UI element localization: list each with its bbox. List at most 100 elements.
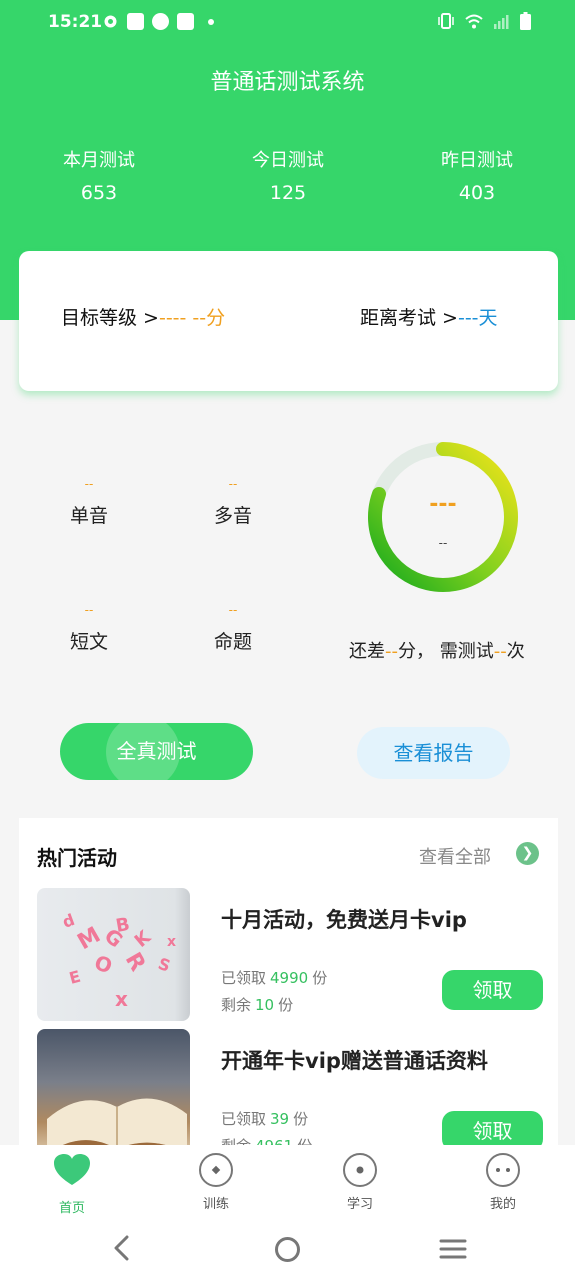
- claimed-prefix: 已领取: [221, 969, 267, 987]
- stat-month: 本月测试 653: [19, 146, 179, 204]
- full-test-button[interactable]: 全真测试: [60, 723, 253, 780]
- shopping-bag-icon: [127, 13, 144, 30]
- exam-countdown-label: 距离考试 >: [360, 307, 458, 329]
- view-all-link[interactable]: 查看全部: [419, 843, 491, 869]
- score-value: --: [84, 603, 94, 617]
- svg-text:R: R: [120, 949, 150, 976]
- status-bar: 15:21: [0, 0, 575, 48]
- ring-center: --- --: [366, 440, 520, 594]
- tab-profile[interactable]: 我的: [463, 1153, 543, 1212]
- stat-value: 125: [269, 182, 307, 204]
- activity-title: 十月活动，免费送月卡vip: [221, 908, 467, 932]
- score-label: 多音: [213, 505, 252, 527]
- remaining-tests: --: [493, 641, 507, 662]
- claimed-count: 已领取 4990 份: [221, 967, 327, 988]
- stat-label: 今日测试: [252, 150, 324, 171]
- ring-main-value: ---: [429, 492, 457, 517]
- back-icon[interactable]: [110, 1235, 134, 1261]
- exam-countdown-link[interactable]: 距离考试 >---天: [360, 303, 498, 330]
- notification-icons: [102, 13, 214, 30]
- chevron-right-icon[interactable]: ❯: [516, 842, 539, 865]
- svg-text:O: O: [91, 950, 115, 978]
- score-label: 单音: [69, 505, 108, 527]
- bottom-tab-bar: 首页 训练 学习 我的: [0, 1145, 575, 1216]
- remaining-count: 剩余 10 份: [221, 994, 293, 1015]
- status-time: 15:21: [48, 12, 103, 32]
- check-circle-icon: [152, 13, 169, 30]
- stat-label: 昨日测试: [441, 150, 513, 171]
- score-topic: -- 命题: [188, 603, 278, 654]
- target-card: 目标等级 >---- --分 距离考试 >---天: [19, 251, 558, 391]
- target-level-label: 目标等级 >: [61, 307, 159, 329]
- svg-text:x: x: [167, 934, 176, 950]
- svg-text:x: x: [115, 987, 128, 1011]
- claimed-unit: 份: [293, 1110, 309, 1128]
- menu-icon[interactable]: [439, 1238, 467, 1260]
- ring-sub-value: --: [438, 536, 448, 550]
- claim-button[interactable]: 领取: [442, 970, 543, 1010]
- stat-today: 今日测试 125: [208, 146, 368, 204]
- claim-button[interactable]: 领取: [442, 1111, 543, 1148]
- target-level-link[interactable]: 目标等级 >---- --分: [61, 303, 225, 330]
- tab-study[interactable]: 学习: [320, 1153, 400, 1212]
- score-value: --: [228, 477, 238, 491]
- full-test-label: 全真测试: [116, 739, 197, 763]
- svg-text:E: E: [67, 967, 82, 988]
- remain-value: 10: [255, 996, 275, 1014]
- tab-label: 首页: [58, 1201, 85, 1216]
- score-passage: -- 短文: [44, 603, 134, 654]
- section-title: 热门活动: [37, 846, 117, 870]
- tab-training[interactable]: 训练: [176, 1153, 256, 1212]
- activity-image: [37, 1029, 190, 1148]
- activity-card[interactable]: d M G B O R K S x E x 十月活动，免费送月卡vip 已领取 4…: [37, 888, 543, 1023]
- tab-label: 我的: [489, 1197, 516, 1212]
- tab-home[interactable]: 首页: [32, 1153, 112, 1216]
- claimed-value: 4990: [270, 969, 309, 987]
- svg-text:d: d: [60, 910, 77, 932]
- score-label: 短文: [69, 631, 108, 653]
- stat-value: 403: [458, 182, 496, 204]
- claimed-count: 已领取 39 份: [221, 1108, 308, 1129]
- remaining-suffix: 次: [506, 641, 525, 662]
- svg-text:S: S: [156, 954, 173, 976]
- progress-ring: --- --: [366, 440, 520, 594]
- signal-icon: [494, 14, 509, 29]
- exam-countdown-value: ---天: [457, 307, 498, 329]
- claimed-prefix: 已领取: [221, 1110, 267, 1128]
- system-icons: [437, 12, 531, 30]
- remain-prefix: 剩余: [221, 996, 252, 1014]
- letters-illustration: d M G B O R K S x E x: [60, 910, 176, 1011]
- system-nav-bar: [0, 1215, 575, 1280]
- score-label: 命题: [213, 631, 252, 653]
- activity-card[interactable]: 开通年卡vip赠送普通话资料 已领取 39 份 剩余 4961 份 领取: [37, 1029, 543, 1148]
- app-title: 普通话测试系统: [210, 70, 365, 95]
- score-multi-tone: -- 多音: [188, 477, 278, 528]
- hot-activities-section: 热门活动 查看全部 ❯ d M G B O R K S x E x 十月活动，免…: [19, 818, 558, 1148]
- score-value: --: [228, 603, 238, 617]
- battery-icon: [520, 12, 531, 30]
- view-report-button[interactable]: 查看报告: [357, 727, 510, 779]
- wifi-icon: [465, 14, 483, 28]
- claimed-unit: 份: [312, 969, 328, 987]
- target-level-value: ---- --分: [158, 307, 226, 329]
- dot-icon: [208, 18, 214, 25]
- stat-label: 本月测试: [63, 150, 135, 171]
- claimed-value: 39: [270, 1110, 290, 1128]
- remaining-prefix: 还差: [349, 641, 385, 662]
- score-single-tone: -- 单音: [44, 477, 134, 528]
- book-illustration: [47, 1098, 187, 1148]
- stat-yesterday: 昨日测试 403: [397, 146, 557, 204]
- circle-dot-icon: [343, 1153, 377, 1187]
- home-icon[interactable]: [274, 1236, 301, 1263]
- shopping-bag-icon: [177, 13, 194, 30]
- activity-image: d M G B O R K S x E x: [37, 888, 190, 1021]
- remain-unit: 份: [278, 996, 294, 1014]
- svg-text:B: B: [114, 914, 131, 937]
- remaining-text: 还差--分， 需测试--次: [349, 637, 525, 663]
- face-icon: [486, 1153, 520, 1187]
- remaining-mid: 分， 需测试: [398, 641, 494, 662]
- score-value: --: [84, 477, 94, 491]
- circle-dot-icon: [199, 1153, 233, 1187]
- svg-text:K: K: [131, 926, 156, 952]
- heart-icon: [54, 1154, 90, 1185]
